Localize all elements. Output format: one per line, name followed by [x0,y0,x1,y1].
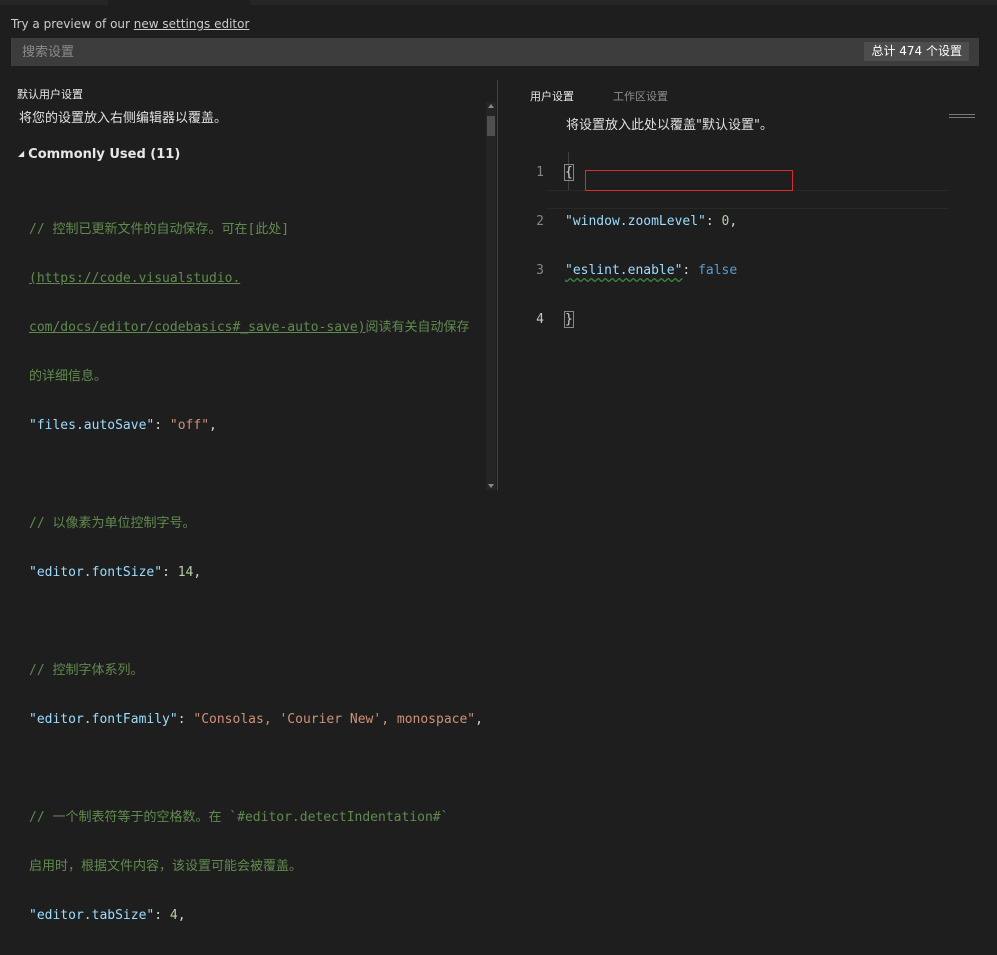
user-settings-pane: 用户设置 工作区设置 将设置放入此处以覆盖"默认设置"。 1 2 3 4 { "… [498,80,997,490]
line-number: 2 [536,214,544,229]
tab-workspace-settings[interactable]: 工作区设置 [613,88,668,104]
default-settings-list: // 控制已更新文件的自动保存。可在[此处] (https://code.vis… [29,190,484,955]
setting-key: "eslint.enable" [565,263,683,278]
setting-line-editor-fontfamily[interactable]: "editor.fontFamily": "Consolas, 'Courier… [29,710,484,729]
setting-comment: 启用时，根据文件内容，该设置可能会被覆盖。 [29,859,303,874]
user-settings-hint: 将设置放入此处以覆盖"默认设置"。 [566,118,773,133]
line-number: 3 [536,263,544,278]
active-editor-tab[interactable] [108,0,250,5]
editor-line-eslint-enable[interactable]: "eslint.enable": false [565,261,737,280]
new-settings-editor-link[interactable]: new settings editor [134,17,250,31]
setting-comment: // 控制字体系列。 [29,663,144,678]
default-settings-pane: 默认用户设置 将您的设置放入右侧编辑器以覆盖。 ◢ Commonly Used (… [0,80,497,923]
setting-line-editor-tabsize[interactable]: "editor.tabSize": 4, [29,906,484,925]
default-settings-hint: 将您的设置放入右侧编辑器以覆盖。 [19,111,228,126]
setting-comment: // 以像素为单位控制字号。 [29,516,196,531]
line-number: 4 [536,312,544,327]
group-header-label: Commonly Used (11) [28,147,181,162]
editor-tab-strip [0,0,997,5]
preview-banner-text: Try a preview of our [11,17,134,31]
line-number-gutter: 1 2 3 4 [524,133,544,359]
setting-value: false [698,263,738,278]
setting-comment: 的详细信息。 [29,369,108,384]
commonly-used-group-header[interactable]: ◢ Commonly Used (11) [18,147,180,162]
setting-value: "off" [169,418,210,433]
scrollbar-thumb[interactable] [487,116,495,136]
setting-key: "editor.tabSize" [29,908,155,923]
close-brace: } [564,311,574,328]
scroll-up-arrow-icon[interactable] [488,104,494,108]
setting-value: "Consolas, 'Courier New', monospace" [193,712,476,727]
scroll-down-arrow-icon[interactable] [488,484,494,488]
setting-key: "window.zoomLevel" [565,214,706,229]
default-settings-title: 默认用户设置 [17,88,83,101]
editor-line-zoomlevel[interactable]: "window.zoomLevel": 0, [565,212,737,231]
settings-search-bar: 总计 474 个设置 [11,38,979,66]
setting-comment: // 控制已更新文件的自动保存。可在[此处] [29,222,290,237]
settings-count-badge: 总计 474 个设置 [864,42,969,61]
tab-user-settings[interactable]: 用户设置 [530,88,574,104]
setting-key: "editor.fontFamily" [29,712,178,727]
setting-comment: 阅读有关自动保存 [365,320,470,335]
setting-comment: // 一个制表符等于的空格数。在 `#editor.detectIndentat… [29,810,449,825]
open-brace: { [564,164,574,181]
setting-comment-link-line: com/docs/editor/codebasics#_save-auto-sa… [29,318,484,337]
settings-preview-banner: Try a preview of our new settings editor [11,17,249,31]
red-highlight-box [585,170,793,191]
user-settings-editor[interactable]: { "window.zoomLevel": 0, "eslint.enable"… [564,133,737,359]
autosave-docs-link[interactable]: com/docs/editor/codebasics#_save-auto-sa… [29,320,366,335]
collapse-triangle-icon: ◢ [18,149,25,158]
settings-search-input[interactable] [11,38,851,66]
setting-key: "files.autoSave" [29,418,155,433]
minimap[interactable] [949,114,975,120]
setting-key: "editor.fontSize" [29,565,163,580]
autosave-docs-link[interactable]: (https://code.visualstudio. [29,271,240,286]
setting-line-files-autosave[interactable]: "files.autoSave": "off", [29,416,484,435]
setting-value: 4 [169,908,178,923]
default-settings-scrollbar[interactable] [486,102,496,490]
line-number: 1 [536,165,544,180]
setting-value: 14 [177,565,194,580]
setting-line-editor-fontsize[interactable]: "editor.fontSize": 14, [29,563,484,582]
setting-comment-link-line: (https://code.visualstudio. [29,269,484,288]
